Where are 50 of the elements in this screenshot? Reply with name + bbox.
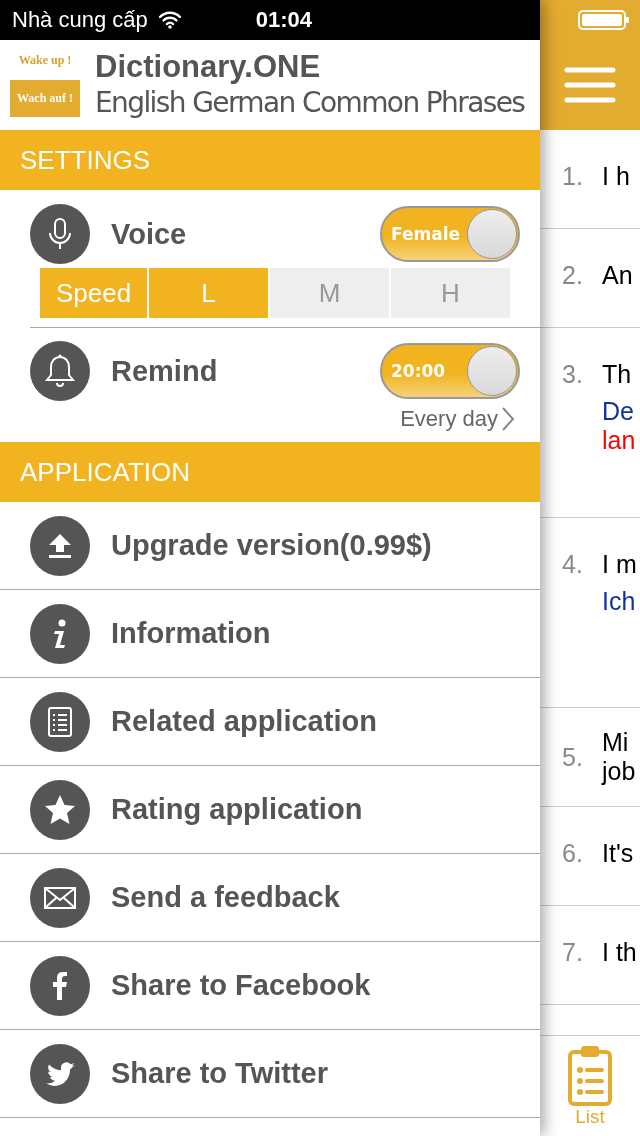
chevron-icon[interactable] xyxy=(501,406,515,432)
setting-label: Remind xyxy=(111,354,219,388)
note-text: lan xyxy=(602,426,636,455)
clock-time: 01:04 xyxy=(255,7,313,33)
wifi-icon xyxy=(157,11,182,29)
repeat-link[interactable]: Every day xyxy=(400,406,498,432)
carrier-name: Nhà cung cấp xyxy=(12,7,148,33)
menu-item[interactable]: Send a feedback xyxy=(0,854,540,942)
phrase-text: I m xyxy=(602,550,637,579)
logo-caption: Wake up ! xyxy=(18,53,72,68)
phrase-row[interactable]: 1. I h xyxy=(540,130,640,229)
microphone-icon xyxy=(30,204,90,264)
phrase-row[interactable]: 7. I th xyxy=(540,906,640,1005)
phrase-row[interactable]: 6. It's xyxy=(540,807,640,906)
app-subtitle: English German Common Phrases xyxy=(95,85,525,121)
section-header: APPLICATION xyxy=(0,442,540,502)
phrase-text: Mi xyxy=(602,728,630,757)
phrase-text: Th xyxy=(602,360,633,389)
phrase-text: job xyxy=(602,757,636,786)
menu-item[interactable]: Share to Facebook xyxy=(0,942,540,1030)
phrase-text: I th xyxy=(602,938,637,967)
row-number: 4. xyxy=(562,550,584,580)
row-number: 1. xyxy=(562,162,584,192)
translation-text: Ich xyxy=(602,587,637,616)
section-header: SETTINGS xyxy=(0,130,540,190)
menu-item[interactable]: Information xyxy=(0,590,540,678)
menu-item[interactable]: Share to Twitter xyxy=(0,1030,540,1118)
phrase-row[interactable]: 2. An xyxy=(540,229,640,328)
menu-item[interactable]: Related application xyxy=(0,678,540,766)
row-number: 5. xyxy=(562,742,584,772)
menu-item[interactable]: Upgrade version(0.99$) xyxy=(0,502,540,590)
phrase-row[interactable]: 4. I m Ich xyxy=(540,518,640,708)
phrase-text: An xyxy=(602,261,633,290)
bell-icon xyxy=(30,341,90,401)
row-number: 2. xyxy=(562,261,584,291)
menu-item[interactable]: Rating application xyxy=(0,766,540,854)
app-title: Dictionary.ONE xyxy=(95,49,322,85)
clipboard-icon xyxy=(567,1044,613,1106)
translation-text: De xyxy=(602,397,635,426)
phrase-text: It's xyxy=(602,839,634,868)
setting-label: Voice xyxy=(111,217,188,251)
row-number: 6. xyxy=(562,839,584,869)
row-number: 3. xyxy=(562,360,584,390)
speed-label: Speed xyxy=(40,268,147,318)
logo-badge: Wach auf ! xyxy=(10,80,80,117)
phrase-text: I h xyxy=(602,162,630,191)
phrase-row[interactable]: 3. Th De lan xyxy=(540,328,640,518)
battery-icon xyxy=(578,10,630,30)
menu-icon[interactable] xyxy=(563,65,617,105)
row-number: 7. xyxy=(562,938,584,968)
